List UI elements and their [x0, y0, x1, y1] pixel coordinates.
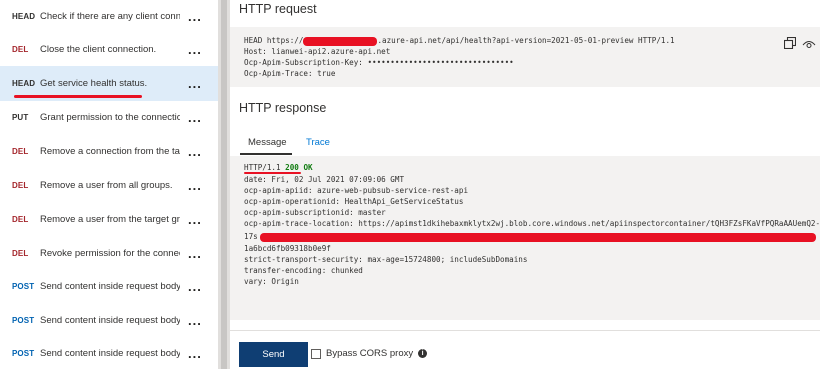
bypass-cors-checkbox[interactable] — [311, 348, 321, 359]
redaction-mark — [303, 36, 378, 46]
operation-item[interactable]: POST Send content inside request body ..… — [0, 270, 218, 303]
method-badge: DEL — [12, 181, 29, 190]
footer-divider — [230, 330, 820, 331]
more-options-icon[interactable]: ... — [188, 143, 202, 158]
method-badge: HEAD — [12, 79, 36, 88]
operation-item[interactable]: DEL Remove a user from all groups. ... — [0, 169, 218, 202]
redaction-mark — [259, 232, 816, 242]
request-code-block: HEAD https:// .azure-api.net/api/health?a… — [230, 27, 820, 87]
operation-label: Close the client connection. — [40, 44, 157, 55]
red-annotation-underline — [14, 95, 142, 98]
send-button[interactable]: Send — [239, 342, 308, 367]
operation-item[interactable]: POST Send content inside request body ..… — [0, 304, 218, 337]
operation-label: Remove a connection from the tar... — [40, 146, 180, 157]
operation-item[interactable]: DEL Remove a user from the target gr... … — [0, 203, 218, 236]
response-header-line: ocp-apim-subscriptionid: master — [244, 208, 386, 217]
operation-item[interactable]: POST Send content inside request body ..… — [0, 337, 218, 369]
request-header-trace: Ocp-Apim-Trace: true — [244, 69, 336, 78]
more-options-icon[interactable]: ... — [188, 109, 202, 124]
method-badge: DEL — [12, 147, 29, 156]
operation-label: Revoke permission for the connec... — [40, 248, 180, 259]
response-header-line: ocp-apim-operationid: HealthApi_GetServi… — [244, 197, 464, 206]
bypass-cors-label[interactable]: Bypass CORS proxy — [326, 348, 413, 359]
tab-trace[interactable]: Trace — [306, 137, 330, 148]
copy-icon[interactable] — [784, 37, 796, 49]
more-options-icon[interactable]: ... — [188, 211, 202, 226]
response-header-line: 17s — [244, 232, 816, 242]
more-options-icon[interactable]: ... — [188, 41, 202, 56]
response-code-block: HTTP/1.1 200 OK date: Fri, 02 Jul 2021 0… — [230, 156, 820, 320]
tab-message[interactable]: Message — [248, 137, 287, 148]
operation-label: Remove a user from the target gr... — [40, 214, 180, 225]
response-header-line: transfer-encoding: chunked — [244, 266, 363, 275]
method-badge: DEL — [12, 45, 29, 54]
more-options-icon[interactable]: ... — [188, 75, 202, 90]
more-options-icon[interactable]: ... — [188, 8, 202, 23]
show-secrets-eye-icon[interactable] — [802, 39, 816, 49]
test-console-panel: HTTP request HEAD https:// .azure-api.net… — [230, 0, 820, 369]
request-url-suffix: .azure-api.net/api/health?api-version=20… — [377, 36, 675, 45]
operation-label: Get service health status. — [40, 78, 148, 89]
status-code: 200 OK — [285, 163, 313, 172]
request-section-title: HTTP request — [239, 2, 317, 16]
operation-label: Grant permission to the connection. — [40, 112, 180, 123]
operation-label: Send content inside request body ... — [40, 281, 180, 292]
active-tab-indicator — [240, 153, 292, 155]
method-badge: POST — [12, 316, 35, 325]
operation-label: Remove a user from all groups. — [40, 180, 173, 191]
more-options-icon[interactable]: ... — [188, 278, 202, 293]
response-header-line: date: Fri, 02 Jul 2021 07:09:06 GMT — [244, 175, 405, 184]
request-header-subscription-key: Ocp-Apim-Subscription-Key: •••••••••••••… — [244, 58, 514, 67]
bypass-cors-option: Bypass CORS proxy i — [311, 348, 428, 359]
operation-label: Check if there are any client conn... — [40, 11, 180, 22]
response-header-line: ocp-apim-trace-location: https://apimst1… — [244, 219, 820, 228]
request-header-host: Host: lianwei-api2.azure-api.net — [244, 47, 391, 56]
response-header-line: vary: Origin — [244, 277, 299, 286]
more-options-icon[interactable]: ... — [188, 177, 202, 192]
more-options-icon[interactable]: ... — [188, 345, 202, 360]
operation-item[interactable]: DEL Revoke permission for the connec... … — [0, 237, 218, 270]
response-header-line: 1a6bcd6fb09318b0e9f — [244, 244, 331, 253]
method-badge: PUT — [12, 113, 29, 122]
response-status-line: HTTP/1.1 200 OK — [244, 163, 313, 172]
scrollbar-thumb[interactable] — [221, 0, 227, 369]
more-options-icon[interactable]: ... — [188, 245, 202, 260]
operation-list: HEAD Check if there are any client conn.… — [0, 0, 218, 369]
method-badge: DEL — [12, 249, 29, 258]
trace-location-continued: 17s — [244, 232, 258, 241]
status-protocol: HTTP/1.1 — [244, 163, 281, 172]
red-annotation-underline — [244, 172, 301, 174]
response-header-line: ocp-apim-apiid: azure-web-pubsub-service… — [244, 186, 469, 195]
more-options-icon[interactable]: ... — [188, 312, 202, 327]
request-method-url-prefix: HEAD https:// — [244, 36, 304, 45]
method-badge: DEL — [12, 215, 29, 224]
operation-item[interactable]: DEL Close the client connection. ... — [0, 33, 218, 66]
method-badge: POST — [12, 349, 35, 358]
operation-item[interactable]: DEL Remove a connection from the tar... … — [0, 135, 218, 168]
response-header-line: strict-transport-security: max-age=15724… — [244, 255, 528, 264]
operation-item[interactable]: PUT Grant permission to the connection. … — [0, 101, 218, 134]
operation-item[interactable]: HEAD Check if there are any client conn.… — [0, 0, 218, 33]
request-line: HEAD https:// .azure-api.net/api/health?a… — [244, 36, 675, 46]
operation-label: Send content inside request body ... — [40, 348, 180, 359]
response-section-title: HTTP response — [239, 101, 327, 115]
method-badge: HEAD — [12, 12, 36, 21]
operation-label: Send content inside request body ... — [40, 315, 180, 326]
method-badge: POST — [12, 282, 35, 291]
info-icon[interactable]: i — [418, 349, 428, 358]
